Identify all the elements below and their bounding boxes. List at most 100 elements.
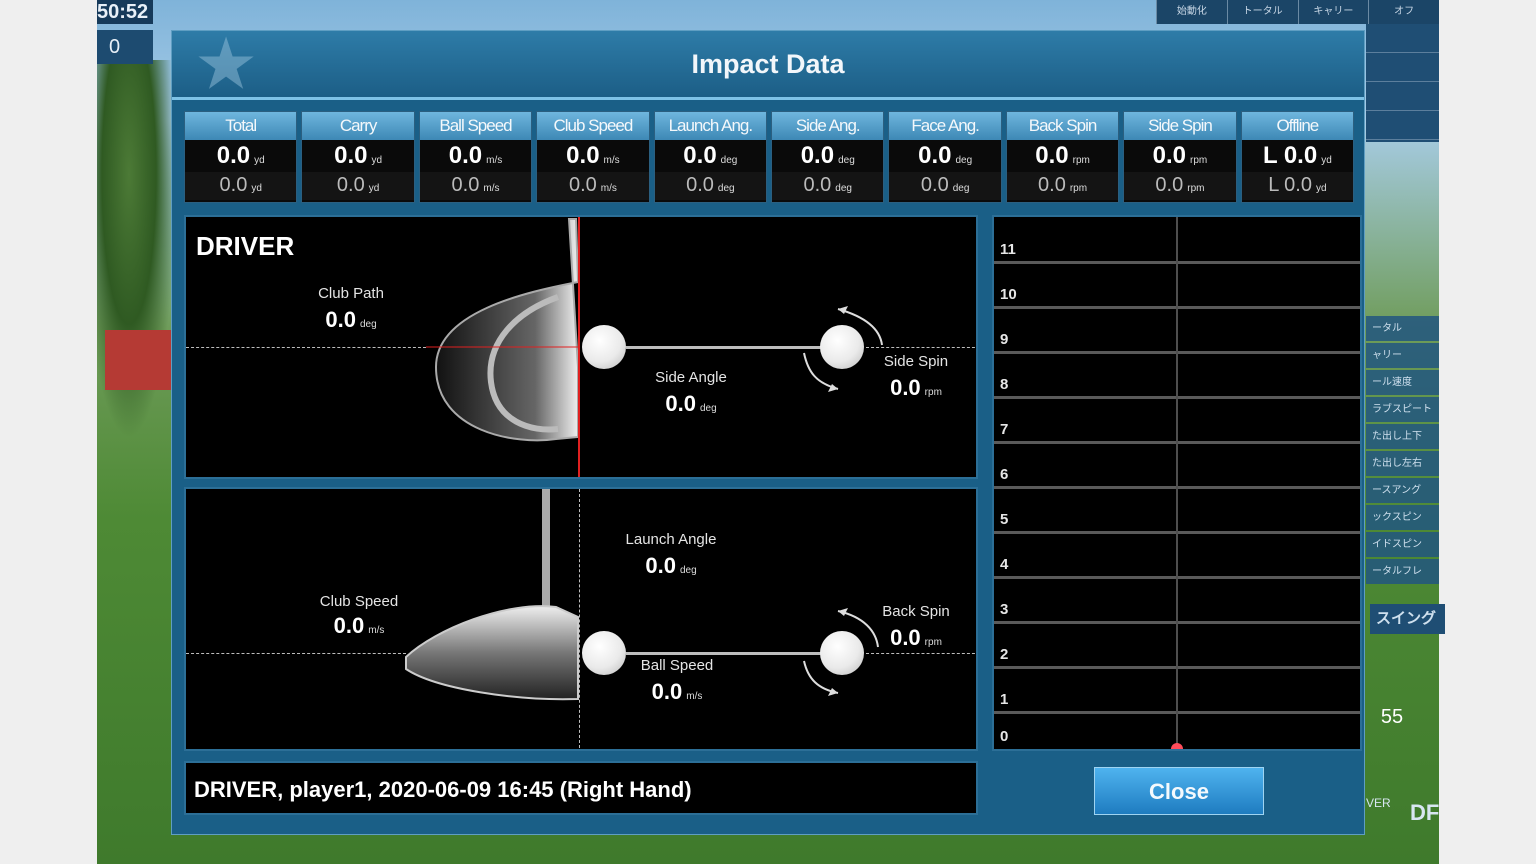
stat-prev-value: 0.0 deg [654, 172, 767, 200]
dialog-title-bar: ★ Impact Data [172, 31, 1364, 100]
side-spin-label: Side Spin [883, 353, 949, 370]
shot-dispersion-chart: 11 10 9 8 7 6 5 4 3 2 1 0 [992, 215, 1362, 751]
stat-value: 0.0 rpm [1152, 142, 1208, 169]
side-angle-label: Side Angle [655, 369, 727, 386]
chart-row-label: 11 [1000, 241, 1016, 258]
top-tab[interactable]: キャリー [1297, 0, 1369, 24]
chart-row-label: 2 [1000, 646, 1009, 663]
side-spin-value: 0.0 rpm [890, 375, 942, 400]
side-list-item[interactable]: ラブスピート [1366, 397, 1439, 422]
top-view-panel: DRIVER Club Path 0.0 deg Side Angle 0.0 … [184, 215, 978, 479]
right-scoreboard [1366, 24, 1439, 142]
side-list-item[interactable]: ースアング [1366, 478, 1439, 503]
stat-total: Total 0.0 yd 0.0 yd [184, 111, 298, 203]
stat-prev-value: 0.0 yd [302, 172, 414, 200]
impact-data-dialog: ★ Impact Data Total 0.0 yd 0.0 yd Carry 0.… [171, 30, 1365, 835]
stats-bar: Total 0.0 yd 0.0 yd Carry 0.0 yd 0.0 yd Ball… [184, 111, 1355, 203]
chart-row-label: 10 [1000, 286, 1017, 303]
launch-angle-label: Launch Angle [625, 531, 717, 548]
top-tab[interactable]: オフ [1368, 0, 1439, 24]
top-tabs: 始動化 トータル キャリー オフ [1156, 0, 1439, 24]
scoreboard-cell [1366, 82, 1439, 111]
top-tab[interactable]: 始動化 [1156, 0, 1227, 24]
side-list-item[interactable]: ータルフレ [1366, 559, 1439, 584]
stat-label: Back Spin [1006, 112, 1119, 140]
shot-info-bar: DRIVER, player1, 2020-06-09 16:45 (Right… [184, 761, 978, 815]
shot-origin-marker [1171, 743, 1183, 749]
stat-prev-value: 0.0 deg [772, 172, 884, 200]
wind-indicator: 55 [1380, 706, 1404, 728]
stat-club-speed: Club Speed 0.0 m/s 0.0 m/s [536, 111, 650, 203]
side-list-item[interactable]: ックスピン [1366, 505, 1439, 530]
stat-launch-angle: Launch Ang. 0.0 deg 0.0 deg [653, 111, 768, 203]
stat-side-angle: Side Ang. 0.0 deg 0.0 deg [771, 111, 885, 203]
launch-angle-value: 0.0 deg [645, 553, 697, 578]
stat-value: 0.0 m/s [566, 142, 620, 169]
stat-face-angle: Face Ang. 0.0 deg 0.0 deg [888, 111, 1002, 203]
ball-flight [820, 631, 864, 675]
vertical-reference-line [579, 489, 580, 749]
ground-line [866, 653, 976, 654]
chart-row-label: 5 [1000, 511, 1009, 528]
chart-row-label: 8 [1000, 376, 1009, 393]
ball-path-line [626, 652, 826, 655]
top-tab[interactable]: トータル [1226, 0, 1298, 24]
stat-label: Ball Speed [419, 112, 532, 140]
chart-row-label: 9 [1000, 331, 1009, 348]
back-spin-value: 0.0 rpm [890, 625, 942, 650]
side-list-item[interactable]: ータル [1366, 316, 1439, 341]
score-display: 0 [97, 30, 153, 64]
ball-speed-value: 0.0 m/s [651, 679, 703, 704]
stat-label: Side Ang. [772, 112, 884, 140]
timer: 50:52 [97, 0, 153, 24]
scoreboard-cell [1366, 53, 1439, 82]
stat-prev-value: 0.0 m/s [419, 172, 532, 200]
scoreboard-cell [1366, 24, 1439, 53]
side-list-item[interactable]: ャリー [1366, 343, 1439, 368]
club-indicator: DF [1410, 800, 1440, 825]
stat-value: 0.0 yd [216, 142, 265, 169]
stat-prev-value: 0.0 m/s [537, 172, 649, 200]
club-speed-value: 0.0 m/s [333, 613, 385, 638]
side-list-item[interactable]: た出し上下 [1366, 424, 1439, 449]
stat-prev-value: 0.0 rpm [1006, 172, 1119, 200]
swing-button[interactable]: スイング [1370, 604, 1445, 634]
chart-row-label: 6 [1000, 466, 1009, 483]
stat-carry: Carry 0.0 yd 0.0 yd [301, 111, 415, 203]
stat-value: 0.0 yd [334, 142, 383, 169]
close-button[interactable]: Close [1094, 767, 1264, 815]
stat-value: 0.0 rpm [1035, 142, 1090, 169]
target-line [866, 347, 976, 348]
side-list-item[interactable]: ール速度 [1366, 370, 1439, 395]
chart-row-label: 1 [1000, 691, 1009, 708]
ball-impact [582, 631, 626, 675]
dialog-title: Impact Data [691, 49, 845, 79]
side-angle-value: 0.0 deg [665, 391, 717, 416]
side-list-item[interactable]: イドスピン [1366, 532, 1439, 557]
ball-path-line [626, 346, 826, 349]
back-spin-label: Back Spin [882, 603, 950, 620]
stat-ball-speed: Ball Speed 0.0 m/s 0.0 m/s [418, 111, 533, 203]
target-line [186, 347, 426, 348]
stat-side-spin: Side Spin 0.0 rpm 0.0 rpm [1123, 111, 1237, 203]
ball-impact [582, 325, 626, 369]
side-view-panel: Club Speed 0.0 m/s Launch Angle 0.0 deg Ba… [184, 487, 978, 751]
stat-label: Face Ang. [889, 112, 1001, 140]
stat-prev-value: 0.0 deg [889, 172, 1001, 200]
club-path-value: 0.0 deg [325, 307, 377, 332]
chart-center-axis [1176, 217, 1178, 749]
version-label: VER [1366, 796, 1391, 810]
side-list-item[interactable]: た出し左右 [1366, 451, 1439, 476]
stat-value: 0.0 deg [800, 142, 855, 169]
ball-flight [820, 325, 864, 369]
stat-label: Offline [1241, 112, 1354, 140]
stat-label: Launch Ang. [654, 112, 767, 140]
chart-row-label: 7 [1000, 421, 1009, 438]
scoreboard-cell [1366, 111, 1439, 140]
chart-row-label: 0 [1000, 728, 1009, 745]
stat-label: Carry [302, 112, 414, 140]
stat-prev-value: L 0.0 yd [1241, 172, 1354, 200]
club-path-label: Club Path [318, 285, 384, 302]
stat-label: Side Spin [1124, 112, 1236, 140]
stat-value: 0.0 m/s [448, 142, 503, 169]
